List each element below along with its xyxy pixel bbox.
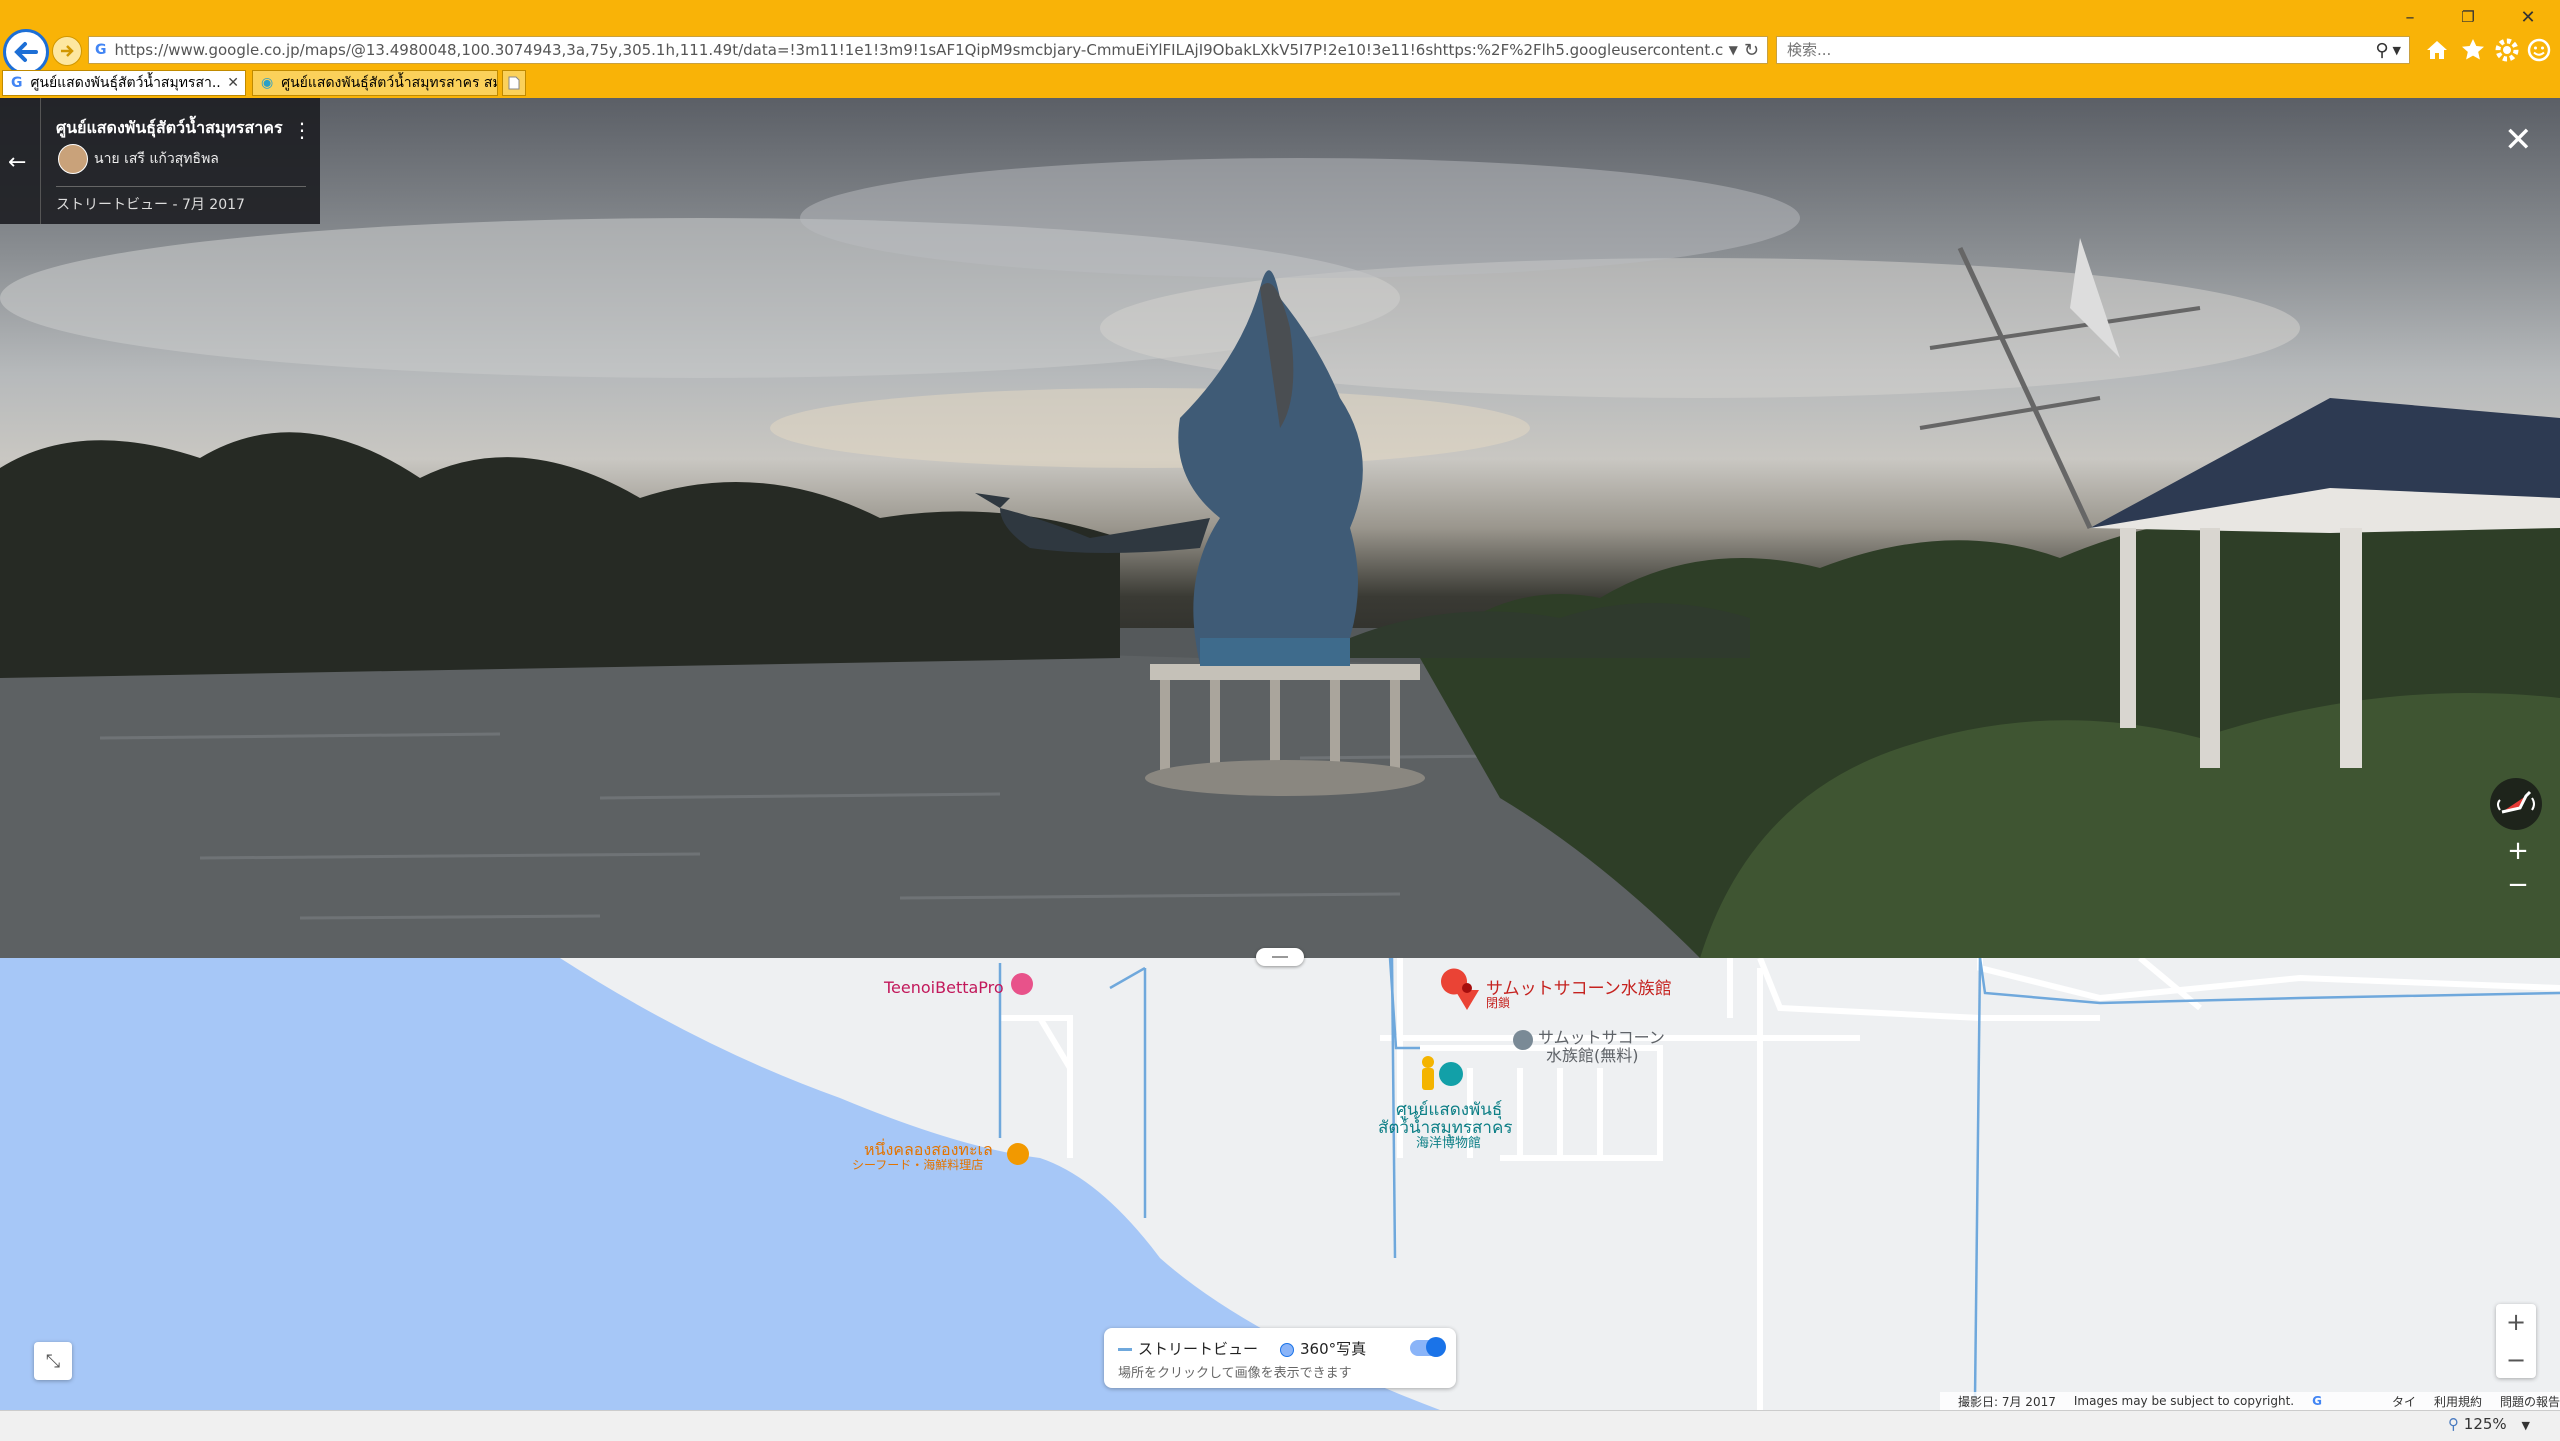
smiley-feedback-icon[interactable] — [2522, 33, 2556, 67]
browser-toolbar: G https://www.google.co.jp/maps/@13.4980… — [0, 0, 2560, 98]
compass-icon — [2497, 790, 2535, 814]
photo-dot-icon — [1280, 1342, 1294, 1357]
footer-copyright: Images may be subject to copyright. — [2073, 1394, 2295, 1408]
browser-forward-button[interactable] — [52, 36, 82, 66]
google-favicon-icon: G — [95, 42, 107, 58]
poi-aquarium-closed-status: 閉鎖 — [1486, 996, 1511, 1010]
zoom-dropdown-icon[interactable]: ▼ — [2521, 1419, 2529, 1432]
search-input[interactable] — [1777, 40, 2372, 60]
footer-country[interactable]: タイ — [2392, 1393, 2416, 1410]
refresh-icon[interactable]: ↻ — [1744, 40, 1767, 61]
new-page-icon — [508, 76, 520, 90]
close-street-view-button[interactable]: ✕ — [2504, 120, 2533, 160]
favorites-star-icon[interactable] — [2456, 33, 2490, 67]
footer-report-link[interactable]: 問題の報告 — [2500, 1393, 2560, 1410]
tab-label: ศูนย์แสดงพันธุ์สัตว์น้ำสมุทรสาคร สมุ... — [281, 75, 497, 91]
streetview-line-icon — [1118, 1348, 1132, 1351]
capture-date: ストリートビュー - 7月 2017 — [56, 197, 245, 213]
street-view-zoom-in-button[interactable]: + — [2500, 836, 2536, 868]
street-view-zoom-out-button[interactable]: − — [2500, 870, 2536, 902]
new-tab-button[interactable] — [502, 70, 526, 96]
search-icon[interactable]: ⚲ — [2371, 40, 2392, 61]
zoom-magnifier-icon: ⚲ — [2448, 1415, 2459, 1433]
collapse-map-button[interactable]: ⤡ — [34, 1342, 72, 1380]
google-favicon-icon: G — [11, 75, 23, 91]
place-title[interactable]: ศูนย์แสดงพันธุ์สัตว์น้ำสมุทรสาคร — [56, 116, 283, 141]
more-options-button[interactable]: ⋮ — [292, 118, 312, 142]
legend-360-photo: 360°写真 — [1280, 1338, 1366, 1359]
panel-resize-handle[interactable] — [1256, 948, 1304, 966]
zoom-level-indicator[interactable]: ⚲ 125% ▼ — [2448, 1415, 2530, 1433]
contributor-avatar[interactable] — [58, 144, 88, 174]
map-footer: 撮影日: 7月 2017 Images may be subject to co… — [1940, 1392, 2560, 1410]
address-bar[interactable]: G https://www.google.co.jp/maps/@13.4980… — [88, 36, 1768, 64]
tab-active[interactable]: G ศูนย์แสดงพันธุ์สัตว์น้ำสมุทรสา... ✕ — [2, 70, 246, 96]
window-minimize-button[interactable]: – — [2390, 4, 2430, 30]
url-text: https://www.google.co.jp/maps/@13.498004… — [114, 41, 1723, 59]
poi-aquarium-closed[interactable]: サムットサコーン水族館 — [1486, 974, 1672, 999]
window-close-button[interactable]: ✕ — [2508, 4, 2548, 30]
coverage-legend: ストリートビュー 360°写真 場所をクリックして画像を表示できます — [1104, 1328, 1456, 1388]
poi-restaurant-category: シーフード・海鮮料理店 — [852, 1158, 984, 1172]
status-bar: ⚲ 125% ▼ — [0, 1410, 2560, 1441]
info-card-separator — [56, 186, 306, 187]
search-dropdown-icon[interactable]: ▼ — [2393, 44, 2409, 57]
poi-teenoi[interactable]: TeenoiBettaPro — [884, 978, 1004, 997]
url-dropdown-icon[interactable]: ▼ — [1723, 43, 1744, 57]
arrow-left-icon — [14, 42, 38, 62]
footer-capture-date: 撮影日: 7月 2017 — [1958, 1394, 2056, 1409]
poi-aquarium-free-line2[interactable]: 水族館(無料) — [1546, 1042, 1639, 1066]
tab-close-icon[interactable]: ✕ — [221, 75, 245, 91]
poi-center-category: 海洋博物館 — [1416, 1136, 1482, 1151]
back-arrow-button[interactable]: ← — [8, 150, 26, 175]
panorama-image — [0, 158, 2560, 958]
maps-favicon-icon: ◉ — [261, 75, 274, 91]
google-logo-icon: G — [2312, 1394, 2322, 1408]
street-view-info-card: ← ศูนย์แสดงพันธุ์สัตว์น้ำสมุทรสาคร ⋮ นาย… — [0, 98, 320, 224]
settings-gear-icon[interactable] — [2490, 33, 2524, 67]
legend-streetview: ストリートビュー — [1118, 1338, 1258, 1359]
contributor-name[interactable]: นาย เสรี แก้วสุทธิพล — [94, 148, 219, 170]
tab-label: ศูนย์แสดงพันธุ์สัตว์น้ำสมุทรสา... — [30, 75, 222, 91]
home-icon[interactable] — [2420, 33, 2454, 67]
legend-hint: 場所をクリックして画像を表示できます — [1118, 1366, 1352, 1381]
info-card-divider — [40, 98, 41, 224]
compass-button[interactable] — [2490, 778, 2542, 830]
collapse-icon: ⤡ — [45, 1350, 61, 1372]
tab-strip: G ศูนย์แสดงพันธุ์สัตว์น้ำสมุทรสา... ✕ ◉ … — [0, 68, 2560, 98]
map-zoom-control: + − — [2496, 1304, 2536, 1378]
search-box[interactable]: ⚲ ▼ — [1776, 36, 2410, 64]
footer-terms-link[interactable]: 利用規約 — [2434, 1393, 2482, 1410]
tab-inactive[interactable]: ◉ ศูนย์แสดงพันธุ์สัตว์น้ำสมุทรสาคร สมุ..… — [252, 70, 498, 96]
map-zoom-out-button[interactable]: − — [2496, 1342, 2536, 1378]
coverage-toggle[interactable] — [1410, 1337, 1446, 1357]
window-restore-button[interactable]: ❐ — [2448, 4, 2488, 30]
street-view-panorama[interactable]: ← ศูนย์แสดงพันธุ์สัตว์น้ำสมุทรสาคร ⋮ นาย… — [0, 98, 2560, 958]
map-zoom-in-button[interactable]: + — [2496, 1304, 2536, 1340]
arrow-right-icon — [61, 45, 74, 57]
